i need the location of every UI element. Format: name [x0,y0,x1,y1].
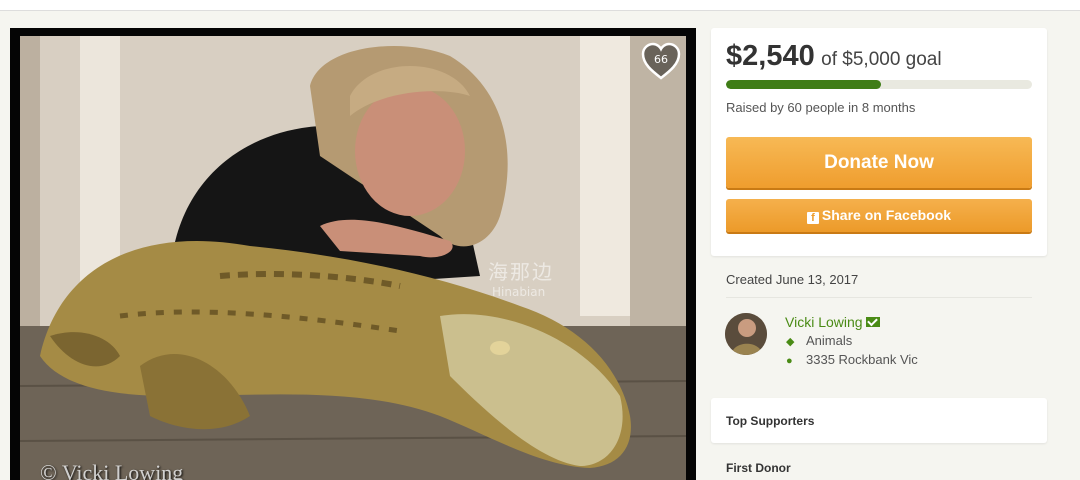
organizer-name-link[interactable]: Vicki Lowing [785,314,880,330]
created-date: Created June 13, 2017 [726,272,859,287]
donation-card: $2,540 of $5,000 goal Raised by 60 peopl… [711,28,1047,256]
amount-raised: $2,540 [726,40,815,72]
like-count: 66 [654,53,668,66]
watermark-chinese: 海那边 [488,260,554,284]
progress-bar [726,80,1032,89]
top-nav-bar [0,0,1080,11]
category-row[interactable]: ◆ Animals [786,333,852,348]
heart-like-button[interactable]: 66 [640,41,682,81]
top-supporters-card[interactable]: Top Supporters [711,398,1047,443]
progress-fill [726,80,882,89]
photo-illustration [20,36,686,480]
category-label: Animals [806,333,853,348]
top-supporters-title: Top Supporters [726,414,815,428]
tag-icon: ◆ [786,336,795,348]
photo-watermark: 海那边 Hinabian [488,256,554,299]
amount-raised-line: $2,540 of $5,000 goal [726,40,942,73]
first-donor-title: First Donor [726,461,791,475]
campaign-photo: 海那边 Hinabian [20,36,686,480]
mail-icon[interactable] [865,317,880,327]
avatar[interactable] [725,313,767,355]
goal-text: of $5,000 goal [821,49,942,70]
watermark-english: Hinabian [492,285,546,299]
photo-copyright: © Vicki Lowing [40,460,184,480]
campaign-photo-frame: 海那边 Hinabian © Vicki Lowing [10,28,696,480]
location-label: 3335 Rockbank Vic [806,352,918,367]
donate-now-button[interactable]: Donate Now [726,137,1032,188]
raised-by-text: Raised by 60 people in 8 months [726,100,916,115]
organizer-name: Vicki Lowing [785,314,863,330]
facebook-icon: f [806,212,819,224]
share-facebook-button[interactable]: f Share on Facebook [726,199,1032,232]
share-facebook-label: Share on Facebook [821,207,952,223]
divider [726,297,1032,298]
location-pin-icon: ● [786,355,793,367]
location-row: ● 3335 Rockbank Vic [786,352,918,367]
avatar-image [725,313,767,355]
